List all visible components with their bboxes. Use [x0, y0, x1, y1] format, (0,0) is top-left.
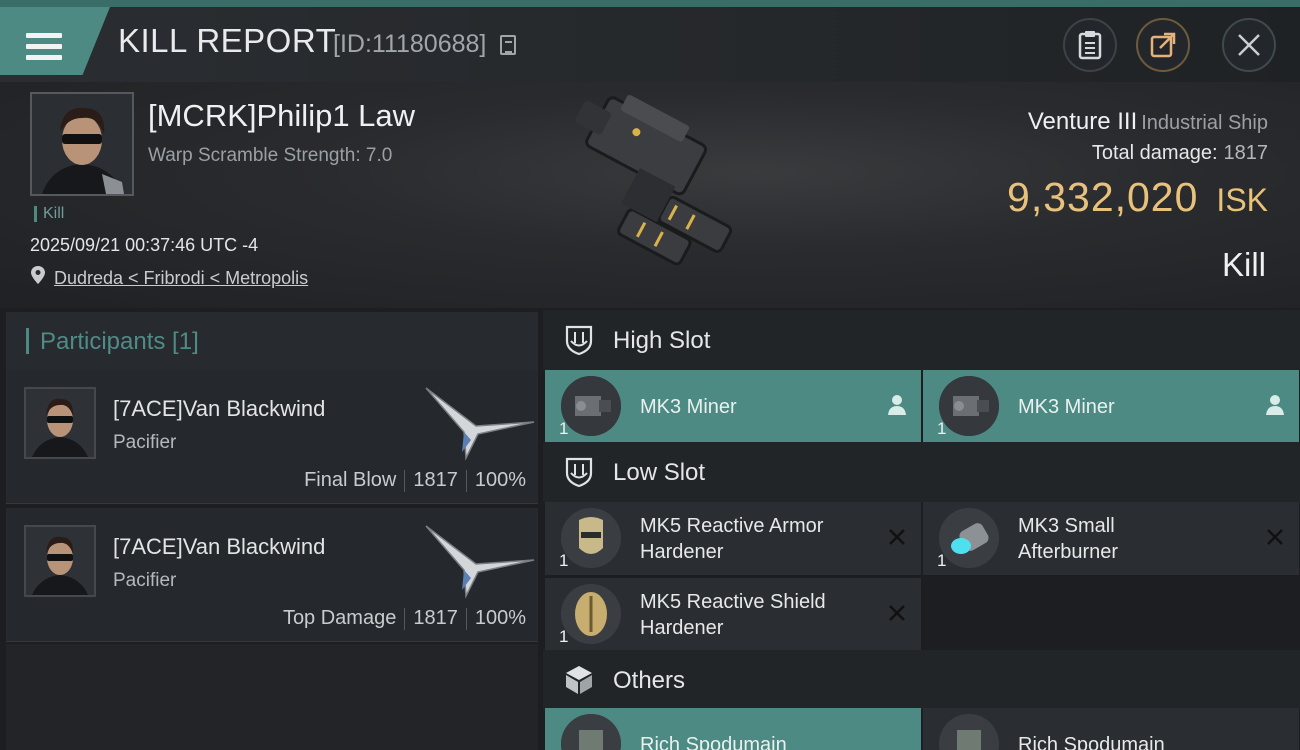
- cargo-item-name: Rich Spodumain: [1018, 734, 1165, 750]
- kill-tag: Kill: [34, 206, 64, 222]
- module-slot[interactable]: 1 MK5 Reactive Armor Hardener: [545, 502, 921, 575]
- victim-ship-name[interactable]: Venture III: [1028, 108, 1137, 135]
- module-slot[interactable]: 1 MK3 Miner: [923, 370, 1299, 443]
- participant-ship: Pacifier: [113, 570, 177, 591]
- victim-ship-class: Industrial Ship: [1141, 112, 1268, 134]
- victim-avatar[interactable]: [30, 92, 134, 196]
- module-slot[interactable]: 1 MK3 Miner: [545, 370, 921, 443]
- copy-icon[interactable]: [500, 35, 516, 55]
- participant-stats: Final Blow 1817 100%: [304, 469, 526, 492]
- location-pin-icon: [31, 266, 45, 284]
- low-slot-label: Low Slot: [613, 459, 706, 486]
- high-slot-label: High Slot: [613, 327, 711, 354]
- module-quantity: 1: [559, 419, 569, 438]
- title-bar: KILL REPORT [ID:11180688]: [0, 0, 1300, 82]
- module-name: MK3 Small Afterburner: [1018, 515, 1119, 563]
- participants-header: Participants [1]: [6, 312, 538, 370]
- destroyed-x-icon: [889, 605, 905, 621]
- low-slot-header: Low Slot: [543, 442, 1300, 502]
- participant-name[interactable]: [7ACE]Van Blackwind: [113, 396, 325, 422]
- destroyed-x-icon: [889, 529, 905, 545]
- participant-card[interactable]: [7ACE]Van Blackwind Pacifier Top Damage 1…: [6, 508, 538, 642]
- module-slot[interactable]: 1 MK3 Small Afterburner: [923, 502, 1299, 575]
- participants-list-filler: [6, 644, 538, 750]
- kill-report-id: [ID:11180688]: [333, 30, 487, 58]
- page-title: KILL REPORT: [118, 22, 337, 59]
- share-button[interactable]: [1136, 18, 1190, 72]
- module-quantity: 1: [937, 551, 947, 570]
- total-damage-label: Total damage:: [1091, 142, 1218, 164]
- miner-module-icon: [561, 376, 621, 436]
- victim-name[interactable]: [MCRK]Philip1 Law: [148, 98, 415, 134]
- close-icon: [1238, 34, 1260, 56]
- participant-damage: 1817: [413, 469, 458, 491]
- menu-button[interactable]: [0, 7, 110, 75]
- participant-avatar[interactable]: [24, 387, 96, 459]
- module-quantity: 1: [937, 419, 947, 438]
- victim-ship-info: Venture III Industrial Ship: [1028, 108, 1268, 136]
- kill-location-link[interactable]: Dudreda < Fribrodi < Metropolis: [54, 268, 308, 289]
- low-slot-shield-icon: [565, 457, 593, 488]
- cargo-item-name: Rich Spodumain: [640, 734, 787, 750]
- warp-scramble-strength: Warp Scramble Strength: 7.0: [148, 145, 393, 166]
- ore-icon: [561, 714, 621, 750]
- others-header: Others: [543, 650, 1300, 710]
- dropped-person-icon: [1266, 395, 1284, 415]
- cargo-box-icon: [566, 666, 592, 694]
- module-name: MK3 Miner: [1018, 396, 1115, 418]
- hamburger-menu-icon: [26, 33, 62, 61]
- isk-unit: ISK: [1216, 182, 1268, 218]
- participant-name[interactable]: [7ACE]Van Blackwind: [113, 534, 325, 560]
- victim-ship-image: [575, 94, 733, 266]
- participant-role: Final Blow: [304, 469, 397, 491]
- module-slot[interactable]: 1 MK5 Reactive Shield Hardener: [545, 578, 921, 651]
- cargo-item[interactable]: Rich Spodumain: [923, 708, 1299, 750]
- dropped-person-icon: [888, 395, 906, 415]
- total-damage: Total damage: 1817: [1092, 142, 1268, 165]
- participants-panel: Participants [1] [7ACE]Van Blackwind Pac…: [0, 308, 543, 750]
- module-name: MK5 Reactive Armor Hardener: [640, 515, 824, 563]
- destroyed-x-icon: [1267, 529, 1283, 545]
- shield-hardener-icon: [561, 584, 621, 644]
- participant-damage: 1817: [413, 607, 458, 629]
- miner-module-icon: [939, 376, 999, 436]
- clipboard-icon: [1078, 31, 1102, 60]
- kill-result: Kill: [1221, 246, 1266, 283]
- module-quantity: 1: [559, 551, 569, 570]
- others-label: Others: [613, 667, 686, 694]
- participant-stats: Top Damage 1817 100%: [283, 607, 526, 630]
- participant-avatar[interactable]: [24, 525, 96, 597]
- participant-ship: Pacifier: [113, 432, 177, 453]
- participant-ship-image: [425, 387, 535, 461]
- kill-datetime: 2025/09/21 00:37:46 UTC -4: [30, 235, 259, 255]
- victim-summary: [MCRK]Philip1 Law Warp Scramble Strength…: [0, 82, 1300, 308]
- participant-ship-image: [425, 525, 535, 599]
- isk-value: 9,332,020: [1007, 174, 1199, 220]
- participants-title: Participants [1]: [40, 328, 199, 355]
- high-slot-header: High Slot: [543, 310, 1300, 370]
- module-name: MK5 Reactive Shield Hardener: [640, 591, 826, 639]
- afterburner-icon: [939, 508, 999, 568]
- close-button[interactable]: [1222, 18, 1276, 72]
- fitting-panel: High Slot 1 MK3 Miner 1 MK3 Miner Low Sl…: [543, 308, 1300, 750]
- armor-hardener-icon: [561, 508, 621, 568]
- ore-icon: [939, 714, 999, 750]
- share-external-icon: [1150, 32, 1176, 58]
- participant-role: Top Damage: [282, 607, 397, 629]
- isk-value-line: 9,332,020 ISK: [1007, 174, 1268, 221]
- cargo-item[interactable]: Rich Spodumain: [545, 708, 921, 750]
- module-quantity: 1: [559, 627, 569, 646]
- high-slot-shield-icon: [565, 325, 593, 356]
- participant-card[interactable]: [7ACE]Van Blackwind Pacifier Final Blow 1…: [6, 370, 538, 504]
- participant-percent: 100%: [474, 607, 526, 629]
- participant-percent: 100%: [474, 469, 526, 491]
- total-damage-value: 1817: [1223, 142, 1269, 164]
- report-button[interactable]: [1063, 18, 1117, 72]
- module-name: MK3 Miner: [640, 396, 737, 418]
